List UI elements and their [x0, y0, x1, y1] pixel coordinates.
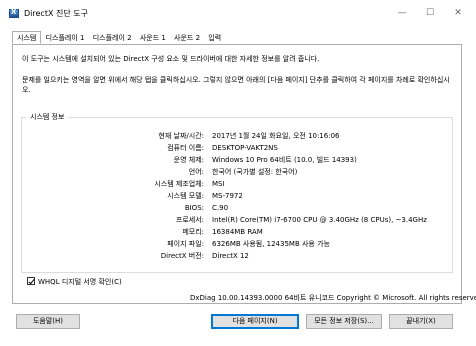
tab-display-2[interactable]: 디스플레이 2	[88, 31, 136, 44]
system-info-group: 시스템 정보 현재 날짜/시간: 2017년 1월 24일 화요일, 오전 10…	[21, 112, 454, 273]
whql-checkbox-row[interactable]: WHQL 디지털 서명 확인(C)	[27, 277, 122, 287]
info-value: 6326MB 사용됨, 12435MB 사용 가능	[212, 240, 330, 248]
exit-button[interactable]: 끝내기(X)	[389, 314, 453, 329]
maximize-button[interactable]: ☐	[418, 4, 442, 22]
dxdiag-window: DirectX 진단 도구 — ☐ ✕ 시스템 디스플레이 1 디스플레이 2 …	[0, 0, 476, 346]
directx-app-icon	[9, 8, 19, 18]
info-label: 운영 체제:	[173, 156, 204, 164]
save-all-info-button[interactable]: 모든 정보 저장(S)...	[306, 314, 382, 329]
info-row-model: 시스템 모델: MS-7972	[22, 191, 454, 202]
info-label: 현재 날짜/시간:	[158, 132, 204, 140]
info-value: 한국어 (국가별 설정: 한국어)	[212, 168, 298, 176]
info-row-memory: 메모리: 16384MB RAM	[22, 227, 454, 238]
info-value: MSI	[212, 180, 225, 188]
info-label: 시스템 모델:	[167, 192, 204, 200]
info-label: 언어:	[188, 168, 204, 176]
tab-system[interactable]: 시스템	[12, 31, 42, 44]
tab-sound-2[interactable]: 사운드 2	[170, 31, 205, 44]
whql-label: WHQL 디지털 서명 확인(C)	[38, 278, 122, 286]
minimize-button[interactable]: —	[390, 4, 414, 22]
next-page-button[interactable]: 다음 페이지(N)	[211, 314, 299, 329]
info-label: BIOS:	[184, 204, 204, 212]
tab-strip: 시스템 디스플레이 1 디스플레이 2 사운드 1 사운드 2 입력	[12, 31, 226, 45]
info-label: 메모리:	[182, 228, 204, 236]
help-button[interactable]: 도움말(H)	[16, 314, 80, 329]
group-title: 시스템 정보	[26, 112, 69, 122]
info-value: DirectX 12	[212, 252, 249, 260]
info-value: 2017년 1월 24일 화요일, 오전 10:16:06	[212, 132, 340, 140]
tab-display-1[interactable]: 디스플레이 1	[41, 31, 89, 44]
info-label: 페이지 파일:	[167, 240, 204, 248]
info-label: 프로세서:	[175, 216, 204, 224]
info-row-computer-name: 컴퓨터 이름: DESKTOP-VAKT2NS	[22, 143, 454, 154]
info-row-page-file: 페이지 파일: 6326MB 사용됨, 12435MB 사용 가능	[22, 239, 454, 250]
whql-checkbox[interactable]	[27, 277, 35, 285]
intro-text: 이 도구는 시스템에 설치되어 있는 DirectX 구성 요소 및 드라이버에…	[22, 55, 320, 63]
info-row-os: 운영 체제: Windows 10 Pro 64비트 (10.0, 빌드 143…	[22, 155, 454, 166]
info-label: DirectX 버전:	[160, 252, 204, 260]
info-row-manufacturer: 시스템 제조업체: MSI	[22, 179, 454, 190]
title-bar: DirectX 진단 도구 — ☐ ✕	[0, 0, 476, 26]
info-value: MS-7972	[212, 192, 243, 200]
info-label: 컴퓨터 이름:	[167, 144, 204, 152]
info-label: 시스템 제조업체:	[154, 180, 204, 188]
info-row-directx-version: DirectX 버전: DirectX 12	[22, 251, 454, 262]
version-copyright-text: DxDiag 10.00.14393.0000 64비트 유니코드 Copyri…	[190, 294, 476, 302]
info-row-bios: BIOS: C.90	[22, 203, 454, 214]
info-value: Intel(R) Core(TM) i7-6700 CPU @ 3.40GHz …	[212, 216, 427, 224]
window-title: DirectX 진단 도구	[24, 9, 88, 18]
info-value: C.90	[212, 204, 229, 212]
info-value: DESKTOP-VAKT2NS	[212, 144, 278, 152]
tab-input[interactable]: 입력	[204, 31, 226, 44]
instruction-text: 문제를 일으키는 영역을 알면 위에서 해당 탭을 클릭하십시오. 그렇지 않으…	[22, 76, 450, 94]
system-tab-panel: 이 도구는 시스템에 설치되어 있는 DirectX 구성 요소 및 드라이버에…	[12, 44, 462, 304]
info-row-language: 언어: 한국어 (국가별 설정: 한국어)	[22, 167, 454, 178]
close-button[interactable]: ✕	[446, 4, 470, 22]
tab-sound-1[interactable]: 사운드 1	[135, 31, 170, 44]
info-row-processor: 프로세서: Intel(R) Core(TM) i7-6700 CPU @ 3.…	[22, 215, 454, 226]
info-value: 16384MB RAM	[212, 228, 263, 236]
info-row-datetime: 현재 날짜/시간: 2017년 1월 24일 화요일, 오전 10:16:06	[22, 131, 454, 142]
info-value: Windows 10 Pro 64비트 (10.0, 빌드 14393)	[212, 156, 357, 164]
